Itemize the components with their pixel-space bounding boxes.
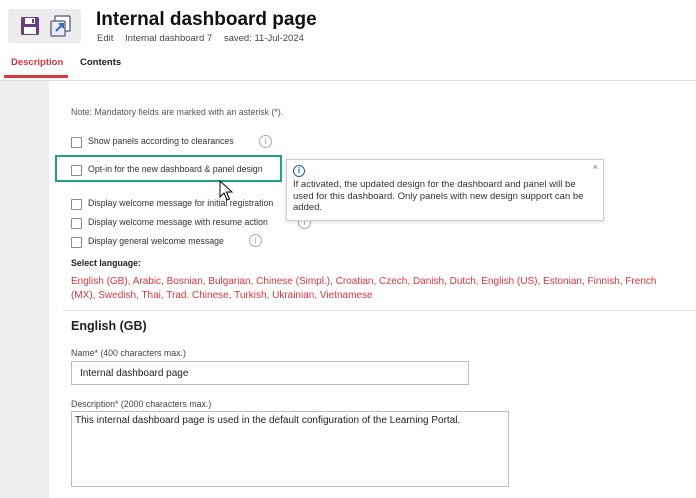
language-list-line-1: English (GB), Arabic, Bosnian, Bulgarian… [71, 276, 657, 287]
checkbox-show-panels[interactable] [71, 137, 82, 148]
language-link[interactable]: Bulgarian [208, 276, 250, 287]
left-gutter [0, 81, 49, 498]
language-link[interactable]: Arabic [133, 276, 161, 287]
record-meta: Edit Internal dashboard 7 saved: 11-Jul-… [97, 33, 313, 44]
tab-bar: Description Contents [0, 52, 696, 81]
language-link[interactable]: Czech [379, 276, 407, 287]
name-label: Name* (400 characters max.) [71, 348, 186, 358]
language-link[interactable]: Turkish [234, 290, 266, 301]
info-icon: i [293, 165, 305, 177]
toolbar [8, 9, 81, 43]
checkbox-label: Display general welcome message [88, 236, 224, 246]
section-divider [63, 310, 696, 311]
save-as-button[interactable] [49, 14, 73, 38]
info-icon[interactable]: i [249, 234, 262, 247]
language-link[interactable]: English (US) [481, 276, 537, 287]
language-link[interactable]: Ukrainian [272, 290, 314, 301]
checkbox-label: Display welcome message for initial regi… [88, 198, 274, 208]
language-link[interactable]: Estonian [543, 276, 582, 287]
save-button[interactable] [18, 14, 42, 38]
checkbox-label: Display welcome message with resume acti… [88, 217, 268, 227]
language-link[interactable]: (MX) [71, 290, 93, 301]
language-link[interactable]: Swedish [98, 290, 136, 301]
name-input[interactable] [71, 361, 469, 385]
language-link[interactable]: Vietnamese [320, 290, 373, 301]
checkbox-general-welcome[interactable] [71, 237, 82, 248]
save-as-icon [50, 15, 71, 37]
highlight-box [55, 155, 282, 182]
description-label: Description* (2000 characters max.) [71, 399, 212, 409]
tooltip-text: If activated, the updated design for the… [293, 179, 584, 213]
language-link[interactable]: Croatian [336, 276, 374, 287]
language-link[interactable]: Danish [413, 276, 444, 287]
language-link[interactable]: English (GB) [71, 276, 128, 287]
section-title: English (GB) [71, 319, 147, 333]
language-link[interactable]: French [625, 276, 656, 287]
language-link[interactable]: Dutch [450, 276, 476, 287]
active-tab-indicator [4, 75, 68, 78]
close-icon[interactable]: × [593, 162, 598, 172]
mandatory-note: Note: Mandatory fields are marked with a… [71, 107, 284, 117]
description-textarea[interactable]: This internal dashboard page is used in … [71, 411, 509, 487]
language-link[interactable]: Chinese (Simpl.) [256, 276, 330, 287]
page-header: Internal dashboard page Edit Internal da… [0, 0, 696, 81]
saved-date: saved: 11-Jul-2024 [223, 33, 304, 44]
info-icon[interactable]: i [259, 135, 272, 148]
language-link[interactable]: Finnish [588, 276, 620, 287]
page-title: Internal dashboard page [96, 9, 317, 30]
checkbox-welcome-initial[interactable] [71, 199, 82, 210]
select-language-label: Select language: [71, 258, 141, 268]
language-link[interactable]: Thai [141, 290, 160, 301]
save-icon [21, 17, 39, 35]
checkbox-welcome-resume[interactable] [71, 218, 82, 229]
language-link[interactable]: Bosnian [167, 276, 203, 287]
record-name: Internal dashboard 7 [125, 33, 213, 44]
language-link[interactable]: Trad. Chinese [166, 290, 228, 301]
mode-label: Edit [97, 33, 114, 44]
tab-contents[interactable]: Contents [80, 57, 121, 68]
info-tooltip: i × If activated, the updated design for… [286, 159, 604, 221]
mouse-pointer-icon [219, 180, 233, 201]
language-list-line-2: (MX), Swedish, Thai, Trad. Chinese, Turk… [71, 290, 373, 301]
checkbox-label: Show panels according to clearances [88, 136, 234, 146]
tab-description[interactable]: Description [11, 57, 63, 68]
